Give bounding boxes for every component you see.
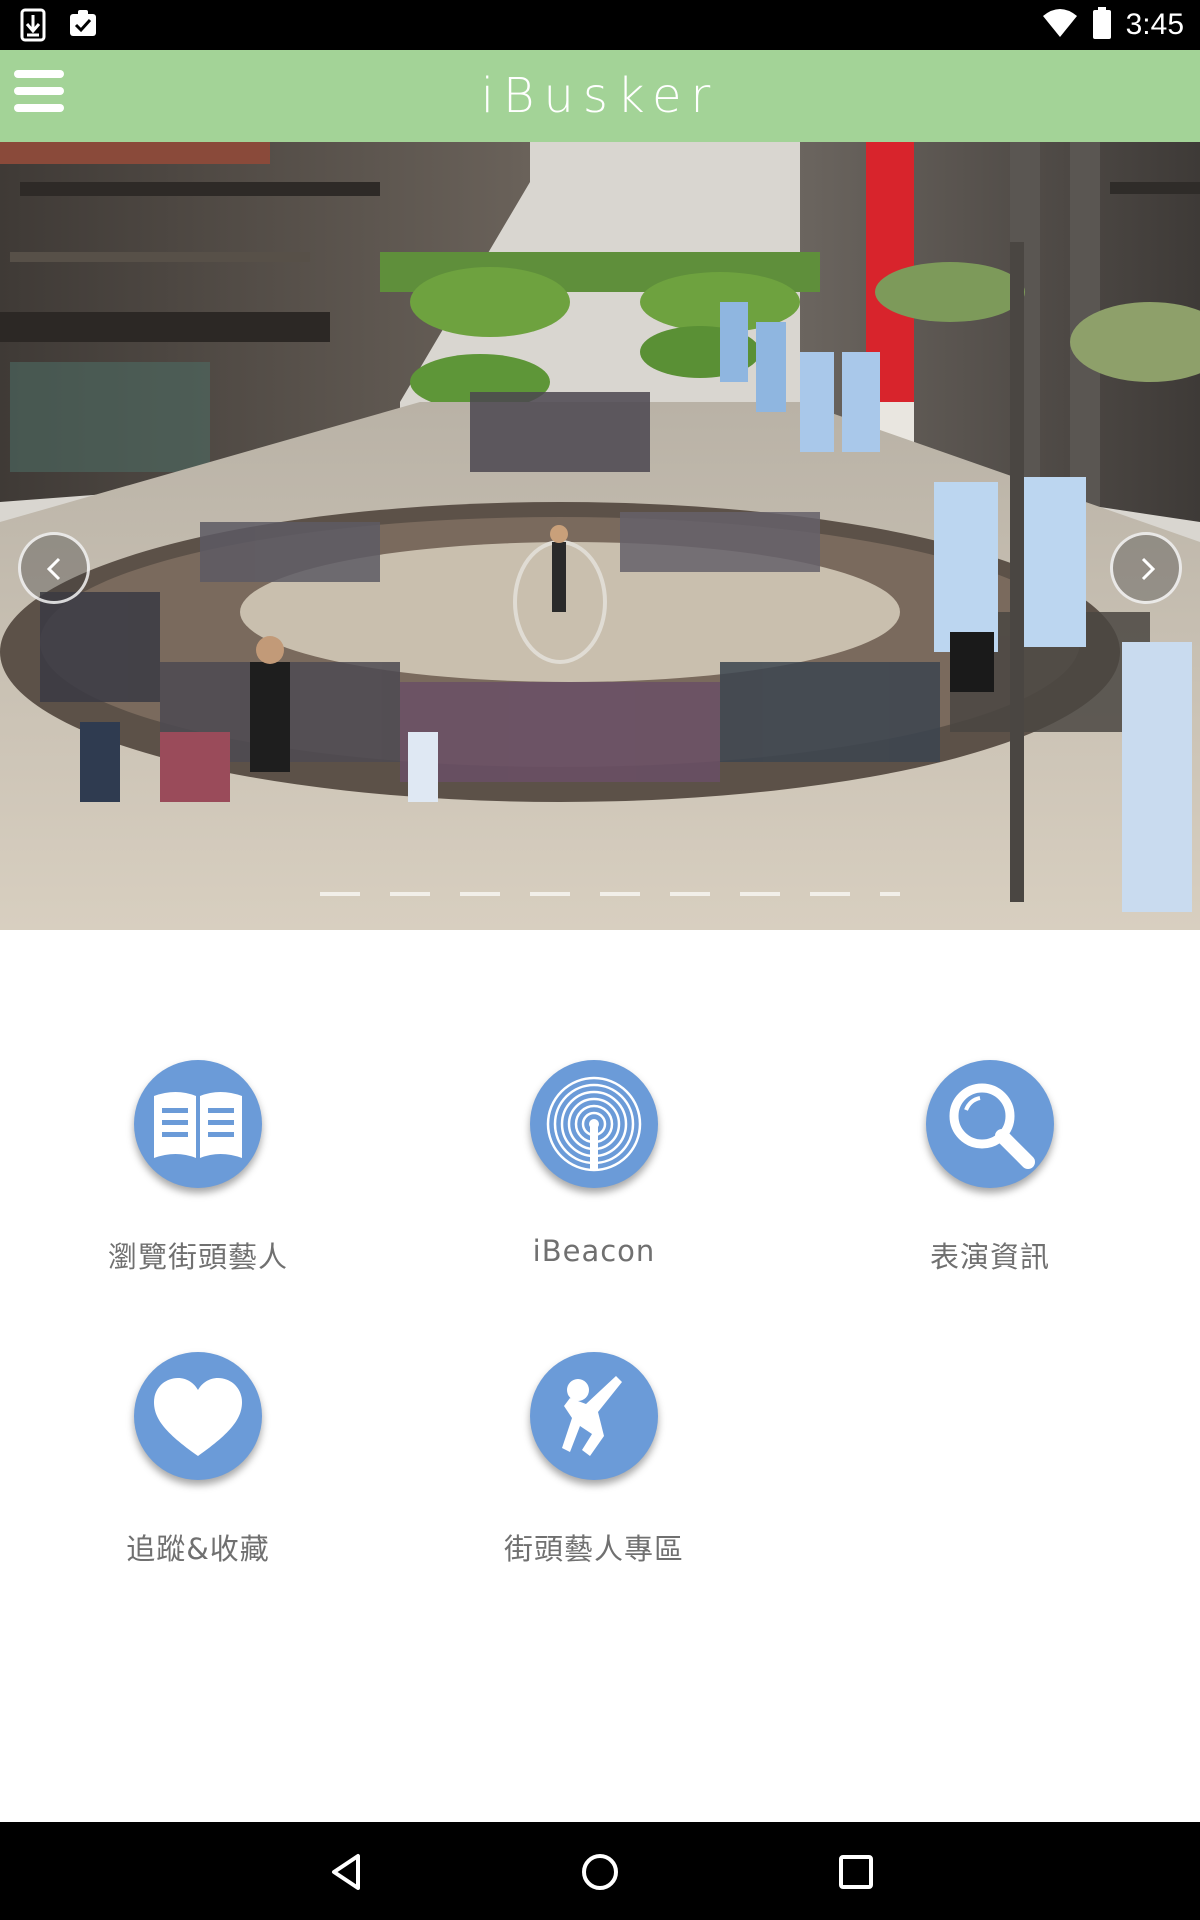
carousel-prev-button[interactable] <box>18 532 90 604</box>
street-performance-photo <box>0 142 1200 930</box>
menu-item-performance-info[interactable]: 表演資訊 <box>840 1060 1140 1276</box>
app-bar: iBusker <box>0 50 1200 142</box>
app-screen: 3:45 iBusker 瀏覽街頭藝人 iBeacon 表演資訊 追蹤&收藏 街… <box>0 0 1200 1920</box>
menu-item-label: 瀏覽街頭藝人 <box>107 1240 288 1274</box>
app-title: iBusker <box>480 68 720 124</box>
menu-item-label: 街頭藝人專區 <box>503 1532 684 1566</box>
download-icon <box>20 8 46 46</box>
menu-item-browse-buskers[interactable]: 瀏覽街頭藝人 <box>48 1060 348 1276</box>
back-icon[interactable] <box>322 1846 374 1898</box>
main-menu-grid: 瀏覽街頭藝人 iBeacon 表演資訊 追蹤&收藏 街頭藝人專區 <box>0 930 1200 1822</box>
menu-item-label: 表演資訊 <box>929 1240 1050 1274</box>
carousel-next-button[interactable] <box>1110 532 1182 604</box>
home-icon[interactable] <box>574 1846 626 1898</box>
clipboard-check-icon <box>68 8 98 46</box>
menu-item-busker-zone[interactable]: 街頭藝人專區 <box>444 1352 744 1568</box>
menu-item-circle <box>530 1060 658 1188</box>
status-time: 3:45 <box>1125 8 1184 41</box>
menu-item-follow-favorites[interactable]: 追蹤&收藏 <box>48 1352 348 1568</box>
hamburger-menu-icon[interactable] <box>14 70 66 122</box>
system-nav-bar <box>0 1822 1200 1920</box>
banner-carousel[interactable] <box>0 142 1200 930</box>
recents-icon[interactable] <box>830 1846 882 1898</box>
menu-item-circle <box>530 1352 658 1480</box>
battery-icon <box>1092 7 1112 43</box>
menu-item-circle <box>926 1060 1054 1188</box>
open-book-icon <box>154 1092 242 1158</box>
dancing-person-icon <box>562 1376 622 1456</box>
menu-item-ibeacon[interactable]: iBeacon <box>444 1060 744 1268</box>
menu-item-circle <box>134 1352 262 1480</box>
heart-icon <box>154 1378 242 1456</box>
search-icon <box>949 1083 1035 1169</box>
status-bar: 3:45 <box>0 0 1200 50</box>
menu-item-label: 追蹤&收藏 <box>126 1532 270 1566</box>
menu-item-circle <box>134 1060 262 1188</box>
wifi-icon <box>1042 8 1078 42</box>
menu-item-label: iBeacon <box>532 1234 656 1268</box>
beacon-signal-icon <box>546 1076 642 1172</box>
